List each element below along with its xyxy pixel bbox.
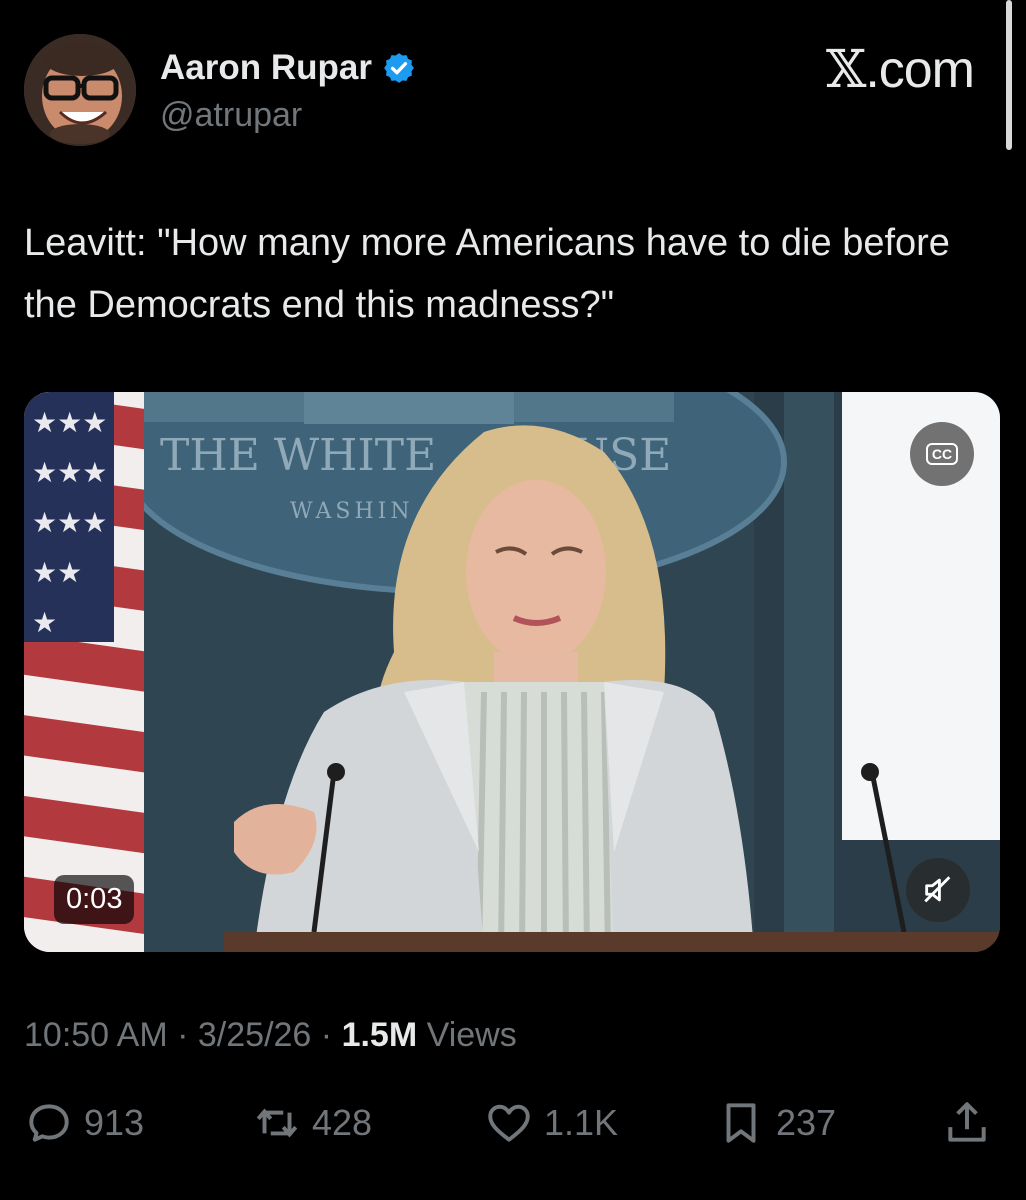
repost-button[interactable]: 428 xyxy=(252,1098,372,1148)
repost-icon xyxy=(256,1108,298,1138)
video-frame: THE WHITE USE WASHIN ★★★ ★★★ ★★★ ★★ ★ xyxy=(24,392,1000,952)
svg-text:★★★: ★★★ xyxy=(32,506,107,539)
tweet-text: Leavitt: "How many more Americans have t… xyxy=(24,222,950,326)
reply-icon xyxy=(29,1104,69,1142)
avatar-image xyxy=(24,34,136,146)
meta-separator: · xyxy=(177,1016,189,1054)
seal-text-line2: WASHIN xyxy=(290,499,414,524)
views-count: 1.5M xyxy=(341,1016,418,1054)
like-button[interactable]: 1.1K xyxy=(484,1098,618,1148)
reply-count: 913 xyxy=(84,1102,145,1143)
display-name[interactable]: Aaron Rupar xyxy=(160,48,372,88)
tweet-meta: 10:50 AM · 3/25/26 · 1.5M Views xyxy=(24,1016,517,1055)
x-glyph-icon: 𝕏 xyxy=(825,40,866,100)
svg-text:★★★: ★★★ xyxy=(32,456,107,489)
tweet-date[interactable]: 3/25/26 xyxy=(198,1016,311,1054)
heart-icon xyxy=(488,1104,530,1142)
tweet-time[interactable]: 10:50 AM xyxy=(24,1016,168,1054)
name-row: Aaron Rupar xyxy=(160,48,416,88)
share-button[interactable] xyxy=(942,1098,992,1148)
meta-separator: · xyxy=(320,1016,333,1054)
handle[interactable]: @atrupar xyxy=(160,96,302,135)
svg-text:★★: ★★ xyxy=(32,556,82,589)
muted-speaker-icon xyxy=(924,876,951,903)
video-duration: 0:03 xyxy=(54,875,135,924)
x-logo: 𝕏.com xyxy=(825,40,975,100)
action-bar: 913 428 1.1K 237 xyxy=(24,1098,1000,1158)
share-icon xyxy=(948,1102,986,1142)
avatar[interactable] xyxy=(24,34,136,146)
verified-badge-icon xyxy=(384,53,414,83)
video-player[interactable]: THE WHITE USE WASHIN ★★★ ★★★ ★★★ ★★ ★ CC… xyxy=(24,392,1000,952)
mute-button[interactable] xyxy=(906,858,970,922)
brand-suffix: .com xyxy=(865,41,975,99)
like-count: 1.1K xyxy=(544,1102,619,1143)
bookmark-count: 237 xyxy=(776,1102,837,1143)
seal-text-line1: THE WHITE xyxy=(160,430,436,481)
scrollbar[interactable] xyxy=(1006,0,1012,150)
reply-button[interactable]: 913 xyxy=(24,1098,144,1148)
bookmark-button[interactable]: 237 xyxy=(716,1098,836,1148)
svg-text:★: ★ xyxy=(32,606,57,639)
captions-button[interactable]: CC xyxy=(910,422,974,486)
repost-count: 428 xyxy=(312,1102,373,1143)
bookmark-icon xyxy=(726,1103,756,1143)
cc-icon: CC xyxy=(925,443,959,465)
svg-text:★★★: ★★★ xyxy=(32,406,107,439)
views-label: Views xyxy=(426,1016,517,1054)
